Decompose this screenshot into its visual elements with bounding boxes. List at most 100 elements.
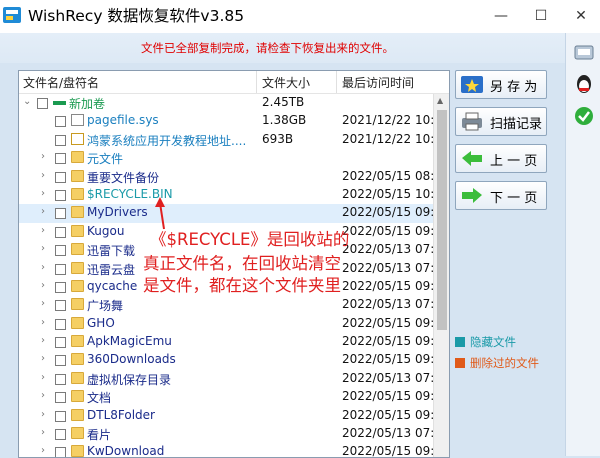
row-date: 2022/05/15 09:1 xyxy=(342,334,434,349)
folder-icon xyxy=(71,371,84,384)
row-checkbox[interactable] xyxy=(55,189,66,201)
chevron-icon[interactable]: › xyxy=(41,206,51,217)
row-size: 1.38GB xyxy=(262,113,307,128)
table-row[interactable]: › 虚拟机保存目录 2022/05/13 07:3 xyxy=(19,370,434,388)
vertical-scrollbar[interactable]: ▲ xyxy=(433,94,449,457)
row-checkbox[interactable] xyxy=(55,337,66,349)
table-row[interactable]: › GHO 2022/05/15 09:1 xyxy=(19,315,434,333)
folder-icon xyxy=(71,353,84,366)
legend-hidden-swatch xyxy=(455,337,465,347)
row-name: 看片 xyxy=(87,428,112,443)
table-row[interactable]: › DTL8Folder 2022/05/15 09:1 xyxy=(19,407,434,425)
table-row[interactable]: ⌄ 新加卷 2.45TB xyxy=(19,94,433,112)
chevron-icon[interactable]: › xyxy=(41,409,51,420)
row-date: 2021/12/22 10:0 xyxy=(342,113,434,128)
chevron-icon[interactable]: › xyxy=(41,335,51,346)
chevron-icon[interactable]: › xyxy=(41,353,51,364)
row-checkbox[interactable] xyxy=(55,410,66,422)
chevron-icon[interactable]: › xyxy=(41,225,51,236)
column-header-name[interactable]: 文件名/盘符名 xyxy=(23,74,99,91)
row-name: DTL8Folder xyxy=(87,407,155,422)
row-name: 鸿蒙系统应用开发教程地址.... xyxy=(87,133,247,148)
side-toolbar xyxy=(565,33,600,456)
row-name: 元文件 xyxy=(87,152,124,167)
table-row[interactable]: › 广场舞 2022/05/13 07:3 xyxy=(19,296,434,314)
chevron-icon[interactable]: › xyxy=(41,243,51,254)
prev-page-button[interactable]: 上 一 页 xyxy=(455,144,547,173)
column-header-date[interactable]: 最后访问时间 xyxy=(342,74,414,91)
column-header-size[interactable]: 文件大小 xyxy=(262,74,310,91)
table-row[interactable]: pagefile.sys 1.38GB 2021/12/22 10:0 xyxy=(19,112,434,130)
row-checkbox[interactable] xyxy=(55,134,66,146)
save-as-button[interactable]: 另 存 为 xyxy=(455,70,547,99)
table-row[interactable]: › 重要文件备份 2022/05/15 08:5 xyxy=(19,168,434,186)
row-checkbox[interactable] xyxy=(55,116,66,128)
folder-icon xyxy=(71,316,84,329)
chevron-icon[interactable]: › xyxy=(41,262,51,273)
row-name: 重要文件备份 xyxy=(87,170,160,185)
chevron-icon[interactable]: › xyxy=(41,317,51,328)
row-checkbox[interactable] xyxy=(55,355,66,367)
row-checkbox[interactable] xyxy=(55,208,66,220)
minimize-button[interactable]: — xyxy=(482,0,520,32)
save-icon xyxy=(461,76,483,93)
row-date: 2022/05/13 07:3 xyxy=(342,260,434,275)
table-row[interactable]: › 元文件 xyxy=(19,149,433,167)
row-checkbox[interactable] xyxy=(55,153,66,165)
chevron-icon[interactable]: ⌄ xyxy=(23,96,33,107)
table-row[interactable]: › $RECYCLE.BIN 2022/05/15 10:2 xyxy=(19,186,434,204)
close-button[interactable]: ✕ xyxy=(562,0,600,32)
row-checkbox[interactable] xyxy=(55,226,66,238)
row-checkbox[interactable] xyxy=(55,245,66,257)
row-checkbox[interactable] xyxy=(55,300,66,312)
chevron-icon[interactable]: › xyxy=(41,298,51,309)
row-checkbox[interactable] xyxy=(55,318,66,330)
table-row[interactable]: › ApkMagicEmu 2022/05/15 09:1 xyxy=(19,333,434,351)
file-icon xyxy=(71,114,84,127)
chevron-icon[interactable]: › xyxy=(41,390,51,401)
row-checkbox[interactable] xyxy=(55,373,66,385)
row-checkbox[interactable] xyxy=(37,98,48,109)
check-icon[interactable] xyxy=(573,105,595,127)
row-checkbox[interactable] xyxy=(55,392,66,404)
folder-icon xyxy=(71,261,84,274)
table-row[interactable]: 鸿蒙系统应用开发教程地址.... 693B 2021/12/22 10:0 xyxy=(19,131,434,149)
row-date: 2022/05/15 10:2 xyxy=(342,186,434,201)
chevron-icon[interactable]: › xyxy=(41,427,51,438)
row-date: 2022/05/15 09:1 xyxy=(342,223,434,238)
status-message: 文件已全部复制完成，请检查下恢复出来的文件。 xyxy=(141,41,394,55)
row-date: 2022/05/13 07:3 xyxy=(342,370,434,385)
table-row[interactable]: › 360Downloads 2022/05/15 09:1 xyxy=(19,351,434,369)
row-checkbox[interactable] xyxy=(55,447,66,457)
row-date: 2022/05/13 07:3 xyxy=(342,242,434,257)
row-checkbox[interactable] xyxy=(55,171,66,183)
chevron-icon[interactable]: › xyxy=(41,188,51,199)
chevron-icon[interactable]: › xyxy=(41,372,51,383)
row-checkbox[interactable] xyxy=(55,281,66,293)
table-row[interactable]: › 文档 2022/05/15 09:1 xyxy=(19,388,434,406)
row-name: ApkMagicEmu xyxy=(87,334,172,349)
table-row[interactable]: › MyDrivers 2022/05/15 09:1 xyxy=(19,204,434,223)
arrow-left-icon xyxy=(462,151,482,166)
folder-icon xyxy=(71,427,84,440)
scroll-up-icon[interactable]: ▲ xyxy=(437,96,443,105)
chevron-icon[interactable]: › xyxy=(41,280,51,291)
row-name: 广场舞 xyxy=(87,299,124,314)
table-row[interactable]: › 看片 2022/05/13 07:3 xyxy=(19,425,434,443)
chevron-icon[interactable]: › xyxy=(41,170,51,181)
folder-icon xyxy=(71,390,84,403)
chevron-icon[interactable]: › xyxy=(41,151,51,162)
next-page-button[interactable]: 下 一 页 xyxy=(455,181,547,210)
row-checkbox[interactable] xyxy=(55,263,66,275)
legend-deleted-swatch xyxy=(455,358,465,368)
restore-button[interactable]: ☐ xyxy=(522,0,560,32)
chevron-icon[interactable]: › xyxy=(41,445,51,456)
row-name: 文档 xyxy=(87,391,112,406)
settings-icon[interactable] xyxy=(573,41,595,63)
qq-icon[interactable] xyxy=(573,73,595,95)
app-logo-icon xyxy=(3,7,21,23)
scrollbar-thumb[interactable] xyxy=(437,110,447,330)
scan-log-button[interactable]: 扫描记录 xyxy=(455,107,547,136)
row-checkbox[interactable] xyxy=(55,429,66,441)
folder-icon xyxy=(71,206,84,219)
